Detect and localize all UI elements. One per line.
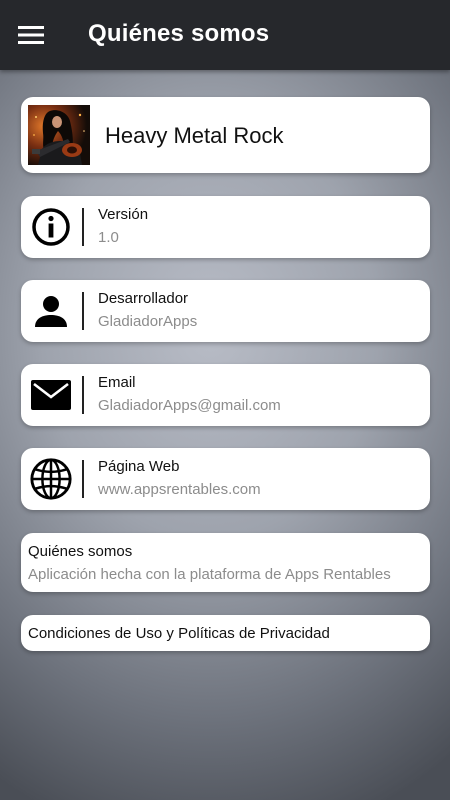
app-logo-image bbox=[28, 105, 90, 165]
page-title: Quiénes somos bbox=[88, 20, 270, 47]
person-icon bbox=[29, 289, 73, 333]
website-value[interactable]: www.appsrentables.com bbox=[98, 481, 261, 498]
about-card[interactable]: Quiénes somos Aplicación hecha con la pl… bbox=[21, 533, 430, 592]
version-label: Versión bbox=[98, 206, 149, 223]
divider bbox=[82, 460, 84, 498]
terms-privacy-button[interactable]: Condiciones de Uso y Políticas de Privac… bbox=[21, 615, 430, 651]
about-value: Aplicación hecha con la plataforma de Ap… bbox=[28, 566, 391, 583]
email-value[interactable]: GladiadorApps@gmail.com bbox=[98, 397, 281, 414]
email-label: Email bbox=[98, 374, 136, 391]
terms-label: Condiciones de Uso y Políticas de Privac… bbox=[28, 625, 330, 642]
divider bbox=[82, 376, 84, 414]
email-icon bbox=[29, 373, 73, 417]
website-card[interactable]: Página Web www.appsrentables.com bbox=[21, 448, 430, 510]
app-header-card: Heavy Metal Rock bbox=[21, 97, 430, 173]
divider bbox=[82, 208, 84, 246]
version-card[interactable]: Versión 1.0 bbox=[21, 196, 430, 258]
app-bar: Quiénes somos bbox=[0, 0, 450, 70]
developer-label: Desarrollador bbox=[98, 290, 189, 307]
divider bbox=[82, 292, 84, 330]
hamburger-menu-icon[interactable] bbox=[14, 18, 48, 52]
developer-card[interactable]: Desarrollador GladiadorApps bbox=[21, 280, 430, 342]
about-label: Quiénes somos bbox=[28, 543, 133, 560]
app-name: Heavy Metal Rock bbox=[105, 123, 284, 148]
version-value: 1.0 bbox=[98, 229, 119, 246]
developer-value: GladiadorApps bbox=[98, 313, 198, 330]
email-card[interactable]: Email GladiadorApps@gmail.com bbox=[21, 364, 430, 426]
info-icon bbox=[29, 205, 73, 249]
globe-icon bbox=[29, 457, 73, 501]
website-label: Página Web bbox=[98, 458, 180, 475]
